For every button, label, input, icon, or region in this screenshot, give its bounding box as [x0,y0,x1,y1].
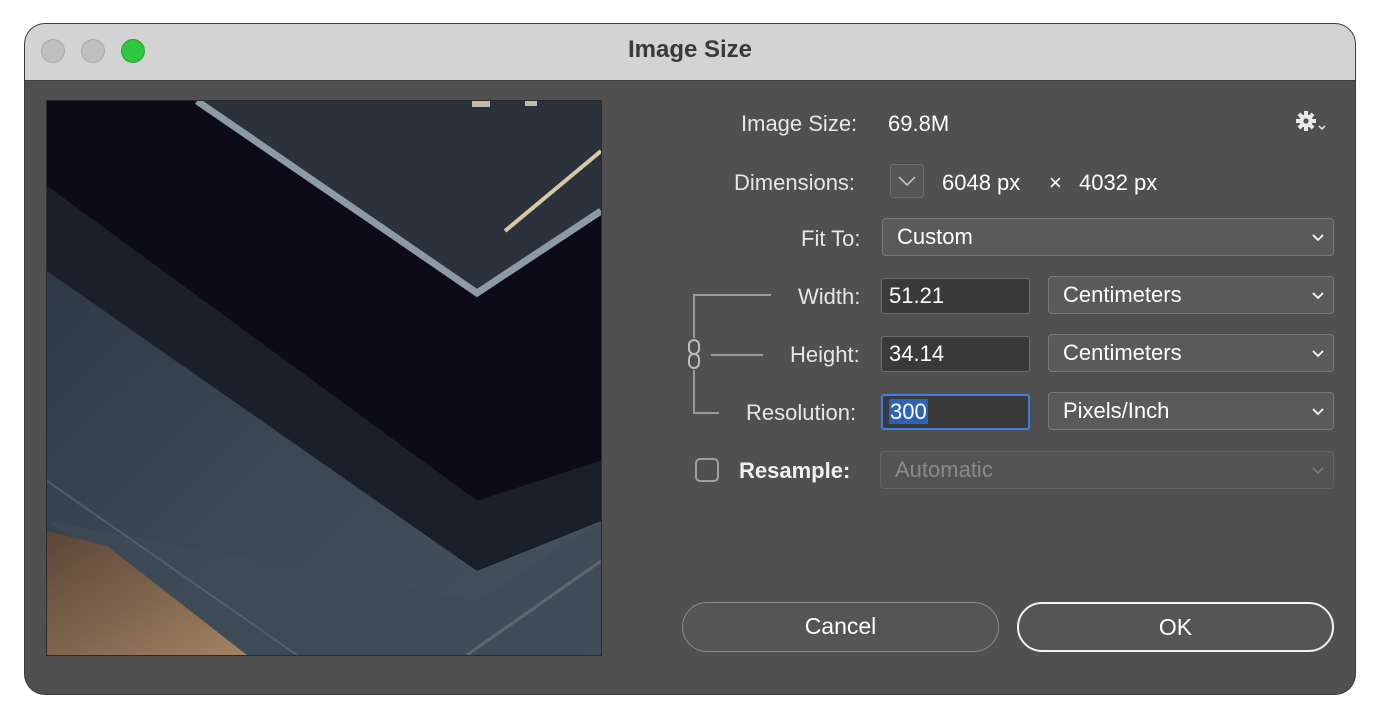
window-title: Image Size [627,36,753,63]
resolution-unit-value: Pixels/Inch [1063,398,1170,423]
dimensions-height: 4032 px [1079,170,1158,195]
link-icon[interactable] [685,338,703,370]
dimensions-times: × [1049,170,1062,195]
constrain-bracket-vertical-top [693,294,695,338]
ok-button[interactable]: OK [1017,602,1334,652]
title-bar: Image Size [25,24,1355,81]
chevron-down-icon [1312,467,1324,475]
resolution-value: 300 [889,399,928,424]
chevron-down-icon [1312,292,1324,300]
fit-to-label: Fit To: [801,226,861,251]
width-unit-value: Centimeters [1063,282,1182,307]
constrain-bracket-middle [711,354,763,356]
resample-label[interactable]: Resample: [739,458,850,484]
resolution-input[interactable]: 300 [881,394,1030,430]
resample-method-value: Automatic [895,457,993,482]
width-unit-select[interactable]: Centimeters [1048,276,1334,314]
constrain-bracket-bottom [693,412,719,414]
dimensions-label: Dimensions: [734,170,856,195]
fit-to-select[interactable]: Custom [882,218,1334,256]
dimensions-width: 6048 px [942,170,1021,195]
gear-icon[interactable] [1295,110,1331,134]
image-size-dialog: Image Size Image Size: 69.8M Dimensions:… [25,24,1355,694]
resolution-unit-select[interactable]: Pixels/Inch [1048,392,1334,430]
width-input[interactable]: 51.21 [881,278,1030,314]
fit-to-value: Custom [897,224,973,249]
height-unit-select[interactable]: Centimeters [1048,334,1334,372]
constrain-bracket-top [693,294,771,296]
image-size-label: Image Size: [741,111,858,136]
chevron-down-icon [1312,350,1324,358]
resample-method-select: Automatic [880,451,1334,489]
height-input[interactable]: 34.14 [881,336,1030,372]
height-unit-value: Centimeters [1063,340,1182,365]
chevron-down-icon [1312,234,1324,242]
resample-checkbox[interactable] [695,458,719,482]
width-label: Width: [798,284,861,309]
chevron-down-icon [898,176,916,187]
resolution-label: Resolution: [746,400,857,425]
dimensions-unit-toggle[interactable] [890,164,924,198]
chevron-down-icon [1312,408,1324,416]
cancel-button[interactable]: Cancel [682,602,999,652]
image-size-value: 69.8M [888,111,950,136]
image-preview[interactable] [46,100,602,656]
height-label: Height: [790,342,860,367]
constrain-bracket-vertical-bottom [693,370,695,414]
